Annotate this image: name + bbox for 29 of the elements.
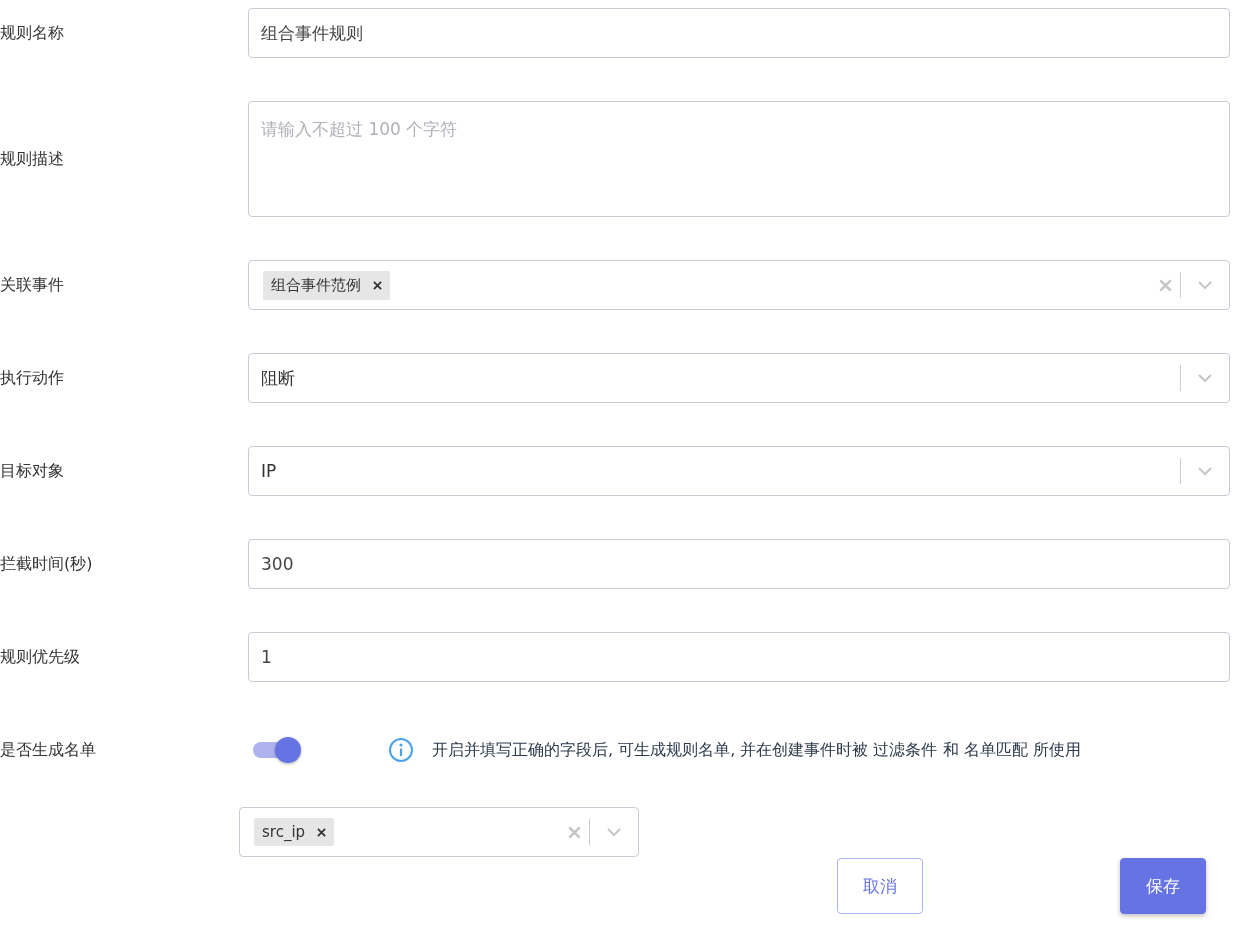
multi-select[interactable]: src_ip	[239, 807, 639, 857]
toggle-switch[interactable]	[253, 737, 303, 763]
chevron-down-icon[interactable]	[606, 827, 622, 837]
remove-icon[interactable]	[373, 280, 382, 290]
chevron-down-icon[interactable]	[1197, 373, 1213, 383]
info-text: 开启并填写正确的字段后, 可生成规则名单, 并在创建事件时被 过滤条件 和 名单匹配 所使用	[432, 739, 1081, 761]
text-input[interactable]: 组合事件规则	[248, 8, 1230, 58]
multi-select[interactable]: 组合事件范例	[248, 260, 1230, 310]
field-label: 规则名称	[0, 22, 65, 44]
field-label: 规则优先级	[0, 646, 81, 668]
field-label: 是否生成名单	[0, 739, 97, 761]
field-label: 规则描述	[0, 148, 65, 170]
field-label: 执行动作	[0, 367, 65, 389]
select-field[interactable]: 阻断	[248, 353, 1230, 403]
tag-label: src_ip	[262, 823, 306, 841]
tag-label: 组合事件范例	[271, 275, 361, 295]
text-input[interactable]: 1	[248, 632, 1230, 682]
save-button[interactable]: 保存	[1120, 858, 1206, 914]
chevron-down-icon[interactable]	[1197, 466, 1213, 476]
info-icon	[388, 737, 414, 763]
select-field[interactable]: IP	[248, 446, 1230, 496]
field-label: 拦截时间(秒)	[0, 553, 94, 575]
cancel-button[interactable]: 取消	[837, 858, 923, 914]
field-label: 目标对象	[0, 460, 65, 482]
text-input[interactable]: 300	[248, 539, 1230, 589]
chevron-down-icon[interactable]	[1197, 280, 1213, 290]
field-label: 关联事件	[0, 274, 65, 296]
description-textarea[interactable]: 请输入不超过 100 个字符	[248, 101, 1230, 217]
remove-icon[interactable]	[317, 827, 327, 837]
